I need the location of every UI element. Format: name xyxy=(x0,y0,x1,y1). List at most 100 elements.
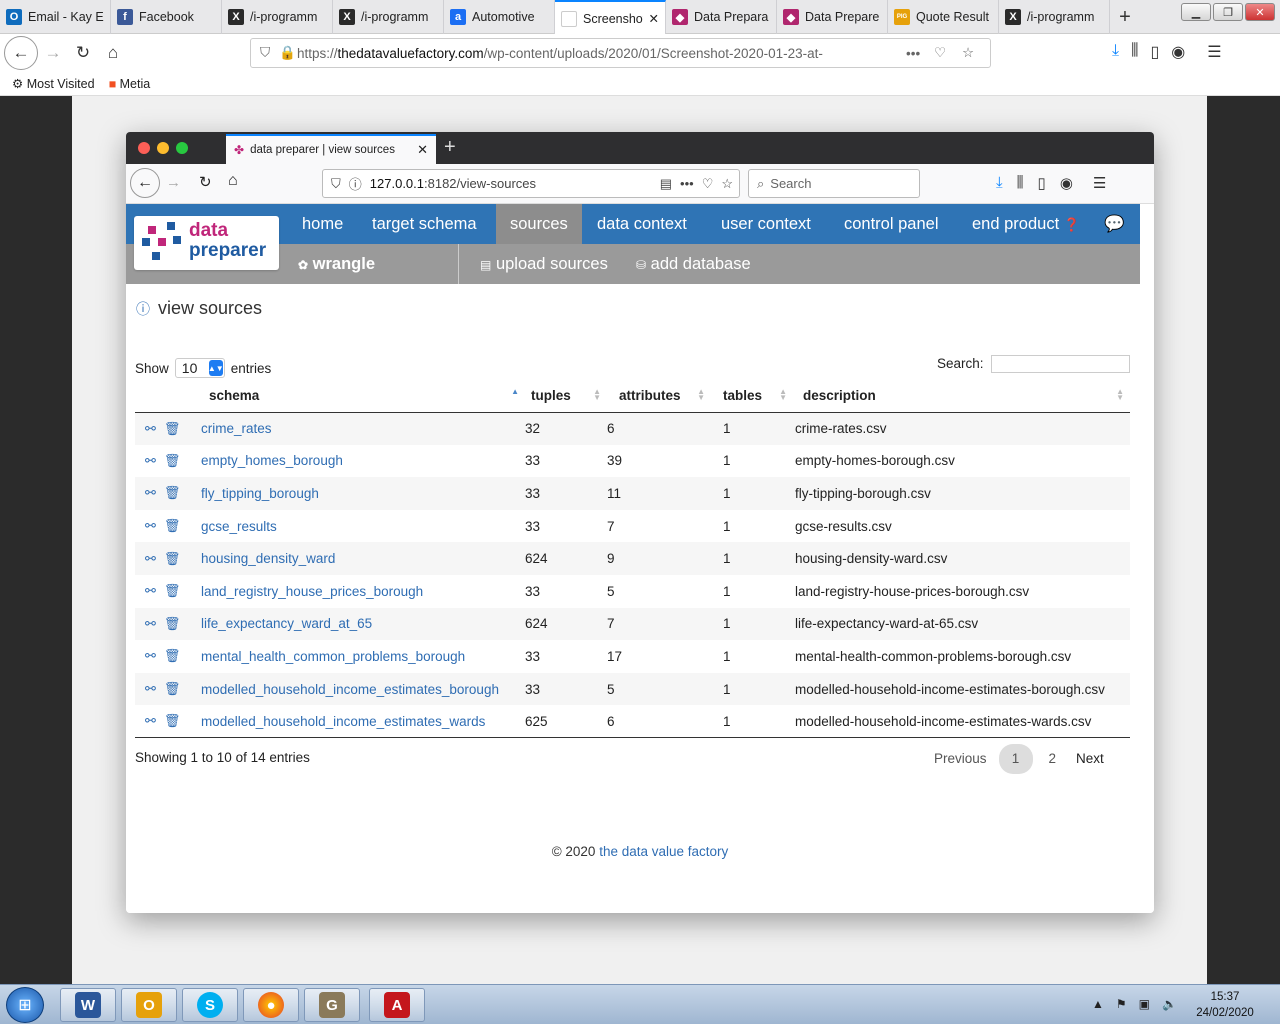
schema-link[interactable]: modelled_household_income_estimates_boro… xyxy=(201,682,499,697)
wrangle-icon[interactable]: ⚯ xyxy=(145,583,156,599)
delete-icon[interactable]: 🗑 xyxy=(164,583,181,599)
sidebar-icon[interactable]: ▯ xyxy=(1150,42,1159,62)
nav-control-panel[interactable]: control panel xyxy=(830,204,952,244)
schema-link[interactable]: fly_tipping_borough xyxy=(201,486,319,501)
wrangle-icon[interactable]: ⚯ xyxy=(145,681,156,697)
col-tuples[interactable]: tuples ▲ ▼ xyxy=(525,380,607,413)
delete-icon[interactable]: 🗑 xyxy=(164,616,181,632)
minimize-button[interactable]: ▁ xyxy=(1181,3,1211,21)
new-tab-icon[interactable]: + xyxy=(1110,0,1140,34)
flag-icon[interactable]: ⚑ xyxy=(1116,997,1127,1011)
library-icon[interactable]: ⫼ xyxy=(1131,42,1138,62)
bookmark-metia[interactable]: ■ Metia xyxy=(109,77,151,91)
wrangle-icon[interactable]: ⚯ xyxy=(145,648,156,664)
schema-link[interactable]: mental_health_common_problems_borough xyxy=(201,649,465,664)
previous-button[interactable]: Previous xyxy=(926,744,995,774)
nav-target-schema[interactable]: target schema xyxy=(358,204,491,244)
browser-tab[interactable]: f Facebook xyxy=(111,0,222,34)
new-tab-icon[interactable]: + xyxy=(444,136,456,159)
taskbar-word[interactable]: W xyxy=(60,988,116,1022)
browser-tab[interactable]: O Email - Kay E xyxy=(0,0,111,34)
inner-back-icon[interactable]: ← xyxy=(130,168,160,198)
menu-icon[interactable]: ☰ xyxy=(1207,42,1221,62)
pocket-icon[interactable]: ♡ xyxy=(934,45,962,61)
restore-button[interactable]: ❐ xyxy=(1213,3,1243,21)
inner-home-icon[interactable]: ⌂ xyxy=(228,172,238,190)
forward-icon[interactable]: → xyxy=(38,38,68,68)
account-icon[interactable]: ◉ xyxy=(1171,42,1185,62)
inner-url-bar[interactable]: ⛉ ⓘ 127.0.0.1:8182/view-sources ▤ ••• ♡ … xyxy=(322,169,740,198)
footer-link[interactable]: the data value factory xyxy=(599,844,728,859)
network-icon[interactable]: ▣ xyxy=(1139,997,1150,1011)
browser-tab[interactable]: Screenshot-2 ✕ xyxy=(555,0,666,35)
table-search-input[interactable] xyxy=(991,355,1130,373)
inner-download-icon[interactable]: ⤓ xyxy=(996,174,1003,192)
taskbar-skype[interactable]: S xyxy=(182,988,238,1022)
add-database-link[interactable]: ⛁ add database xyxy=(636,244,751,284)
nav-user-context[interactable]: user context xyxy=(707,204,825,244)
inner-library-icon[interactable]: ⫼ xyxy=(1017,174,1024,192)
delete-icon[interactable]: 🗑 xyxy=(164,551,181,567)
col-description[interactable]: description ▲ ▼ xyxy=(793,380,1130,413)
delete-icon[interactable]: 🗑 xyxy=(164,648,181,664)
delete-icon[interactable]: 🗑 xyxy=(164,421,181,437)
reload-icon[interactable]: ↻ xyxy=(68,38,98,68)
taskbar-gimp[interactable]: G xyxy=(304,988,360,1022)
inner-reload-icon[interactable]: ↻ xyxy=(199,173,212,191)
inner-account-icon[interactable]: ◉ xyxy=(1060,174,1073,192)
col-tables[interactable]: tables ▲ ▼ xyxy=(711,380,793,413)
start-button[interactable]: ⊞ xyxy=(6,987,44,1023)
delete-icon[interactable]: 🗑 xyxy=(164,485,181,501)
nav-end-product[interactable]: end product ❓ xyxy=(958,204,1094,244)
chat-icon[interactable]: 💬 xyxy=(1090,204,1139,244)
inner-shield-icon[interactable]: ⛉ xyxy=(331,176,341,192)
back-icon[interactable]: ← xyxy=(4,36,38,70)
page-1-button[interactable]: 1 xyxy=(998,744,1033,774)
inner-menu-icon[interactable]: ☰ xyxy=(1093,174,1106,192)
inner-search-box[interactable]: ⌕ Search xyxy=(748,169,920,198)
tray-expand-icon[interactable]: ▲ xyxy=(1092,997,1104,1011)
inner-forward-icon[interactable]: → xyxy=(166,174,181,191)
upload-sources-link[interactable]: ▤ upload sources xyxy=(480,244,608,284)
close-window-button[interactable]: ✕ xyxy=(1245,3,1275,21)
close-tab-icon[interactable]: ✕ xyxy=(417,142,428,158)
close-tab-icon[interactable]: ✕ xyxy=(649,11,659,26)
inner-more-icon[interactable]: ••• xyxy=(680,176,694,191)
schema-link[interactable]: gcse_results xyxy=(201,519,277,534)
wrangle-icon[interactable]: ⚯ xyxy=(145,485,156,501)
page-2-button[interactable]: 2 xyxy=(1037,744,1069,774)
nav-sources[interactable]: sources xyxy=(496,204,582,244)
bookmark-most-visited[interactable]: ⚙ Most Visited xyxy=(12,76,95,91)
delete-icon[interactable]: 🗑 xyxy=(164,518,181,534)
reader-icon[interactable]: ▤ xyxy=(660,176,672,192)
browser-tab[interactable]: X/i-programm xyxy=(222,0,333,34)
wrangle-icon[interactable]: ⚯ xyxy=(145,518,156,534)
schema-link[interactable]: empty_homes_borough xyxy=(201,453,343,468)
entries-select[interactable]: 10 ▲▼ xyxy=(174,358,225,378)
delete-icon[interactable]: 🗑 xyxy=(164,453,181,469)
inner-pocket-icon[interactable]: ♡ xyxy=(702,176,714,192)
info-icon[interactable]: ⓘ xyxy=(349,174,362,193)
download-icon[interactable]: ⤓ xyxy=(1112,42,1119,62)
nav-home[interactable]: home xyxy=(288,204,357,244)
wrangle-icon[interactable]: ⚯ xyxy=(145,616,156,632)
schema-link[interactable]: housing_density_ward xyxy=(201,551,335,566)
browser-tab[interactable]: X/i-programm xyxy=(999,0,1110,34)
outer-url-bar[interactable]: ⛉ 🔒 https://thedatavaluefactory.com/wp-c… xyxy=(250,38,991,68)
delete-icon[interactable]: 🗑 xyxy=(164,681,181,697)
inner-sidebar-icon[interactable]: ▯ xyxy=(1038,174,1046,192)
logo[interactable]: data preparer xyxy=(134,216,279,270)
col-schema[interactable]: schema ▲ xyxy=(201,380,525,413)
clock[interactable]: 15:37 24/02/2020 xyxy=(1192,989,1258,1021)
delete-icon[interactable]: 🗑 xyxy=(164,713,181,729)
browser-tab[interactable]: ◆ Data Prepara xyxy=(666,0,777,34)
browser-tab[interactable]: PIG Quote Result xyxy=(888,0,999,34)
browser-tab[interactable]: X/i-programm xyxy=(333,0,444,34)
wrangle-icon[interactable]: ⚯ xyxy=(145,713,156,729)
next-button[interactable]: Next xyxy=(1068,744,1112,774)
schema-link[interactable]: land_registry_house_prices_borough xyxy=(201,584,423,599)
col-attributes[interactable]: attributes ▲ ▼ xyxy=(607,380,711,413)
more-icon[interactable]: ••• xyxy=(906,46,934,61)
taskbar-outlook[interactable]: O xyxy=(121,988,177,1022)
star-icon[interactable]: ☆ xyxy=(962,45,990,61)
